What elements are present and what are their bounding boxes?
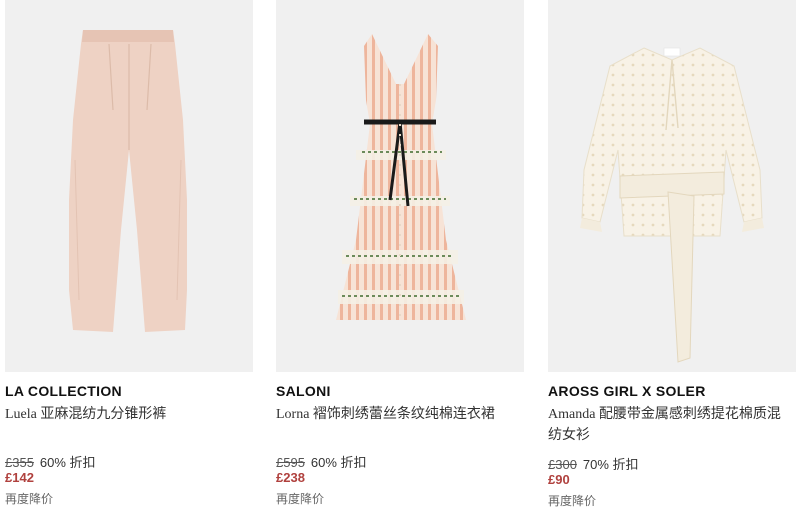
product-card[interactable]: SALONI Lorna 褶饰刺绣蕾丝条纹纯棉连衣裙 £595 60% 折扣 £2… xyxy=(276,0,524,513)
discount-label: 60% 折扣 xyxy=(310,455,367,470)
price-row: £595 60% 折扣 xyxy=(276,452,367,471)
product-image-trousers[interactable] xyxy=(5,0,253,372)
discount-label: 60% 折扣 xyxy=(39,455,96,470)
product-card[interactable]: AROSS GIRL X SOLER Amanda 配腰带金属感刺绣提花棉质混纺… xyxy=(548,0,796,513)
sale-price: £238 xyxy=(276,470,305,485)
discount-label: 70% 折扣 xyxy=(582,457,639,472)
product-name[interactable]: Lorna 褶饰刺绣蕾丝条纹纯棉连衣裙 xyxy=(276,404,522,425)
original-price: £355 xyxy=(5,455,34,470)
product-brand[interactable]: LA COLLECTION xyxy=(5,383,122,399)
original-price: £595 xyxy=(276,455,305,470)
product-image-blouse[interactable] xyxy=(548,0,796,372)
price-note: 再度降价 xyxy=(5,492,54,506)
sale-price: £90 xyxy=(548,472,570,487)
product-brand[interactable]: SALONI xyxy=(276,383,331,399)
sale-price: £142 xyxy=(5,470,34,485)
price-note: 再度降价 xyxy=(548,494,597,508)
price-row: £355 60% 折扣 xyxy=(5,452,96,471)
product-name[interactable]: Luela 亚麻混纺九分锥形裤 xyxy=(5,404,251,425)
product-name[interactable]: Amanda 配腰带金属感刺绣提花棉质混纺女衫 xyxy=(548,404,794,446)
original-price: £300 xyxy=(548,457,577,472)
product-image-dress[interactable] xyxy=(276,0,524,372)
product-card[interactable]: LA COLLECTION Luela 亚麻混纺九分锥形裤 £355 60% 折扣… xyxy=(5,0,253,513)
product-brand[interactable]: AROSS GIRL X SOLER xyxy=(548,383,706,399)
price-note: 再度降价 xyxy=(276,492,325,506)
price-row: £300 70% 折扣 xyxy=(548,454,639,473)
